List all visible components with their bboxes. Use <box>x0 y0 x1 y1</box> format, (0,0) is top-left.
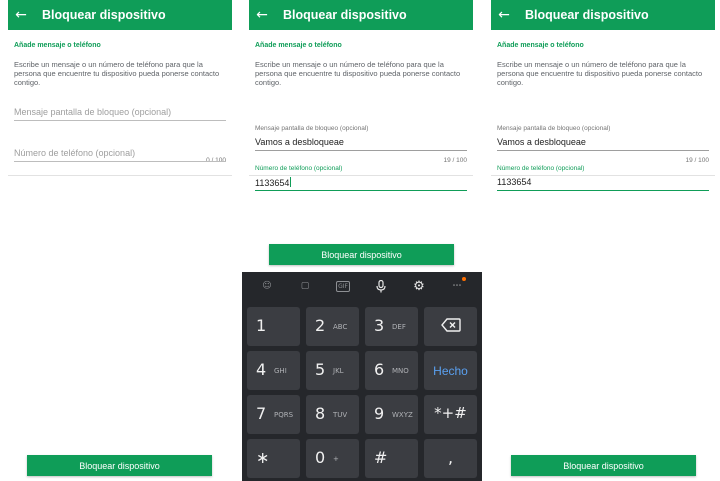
key-digit: 7 <box>256 404 267 423</box>
backspace-icon <box>424 317 477 336</box>
gif-icon[interactable]: GIF <box>336 280 350 292</box>
key-digit: 6 <box>374 360 385 379</box>
emoji-icon[interactable]: ☺ <box>260 279 274 293</box>
message-label: Mensaje pantalla de bloqueo (opcional) <box>497 125 611 132</box>
lock-form-card: Añade mensaje o teléfono Escribe un mens… <box>491 30 715 191</box>
section-title: Añade mensaje o teléfono <box>255 42 342 49</box>
notification-dot <box>462 277 466 281</box>
key-digit: 9 <box>374 404 385 423</box>
key-7[interactable]: 7 PQRS <box>247 395 300 434</box>
key-2[interactable]: 2 ABC <box>306 307 359 346</box>
phone-input[interactable]: 1133654 <box>255 177 467 191</box>
key-digit: 4 <box>256 360 267 379</box>
message-placeholder[interactable]: Mensaje pantalla de bloqueo (opcional) <box>14 107 226 121</box>
lock-device-button[interactable]: Bloquear dispositivo <box>511 455 696 476</box>
key-digit: 0 <box>315 448 326 467</box>
key-letters: GHI <box>274 367 287 375</box>
app-bar: ← Bloquear dispositivo <box>491 0 715 30</box>
key-letters: ABC <box>333 323 348 331</box>
done-label: Hecho <box>433 364 468 378</box>
key-digit: 8 <box>315 404 326 423</box>
key-letters: JKL <box>333 367 344 375</box>
key-letters: MNO <box>392 367 409 375</box>
key-symbols[interactable]: *+# <box>424 395 477 434</box>
key-asterisk[interactable]: ∗ <box>247 439 300 478</box>
phone-field[interactable]: Número de teléfono (opcional) 1133654 <box>255 165 467 191</box>
key-letters: + <box>333 455 339 463</box>
back-arrow-icon[interactable]: ← <box>8 0 34 30</box>
key-digit: 2 <box>315 316 326 335</box>
page-title: Bloquear dispositivo <box>525 8 649 22</box>
key-1[interactable]: 1 <box>247 307 300 346</box>
key-digit: , <box>447 448 454 467</box>
key-hash[interactable]: # <box>365 439 418 478</box>
key-letters: TUV <box>333 411 348 419</box>
phone-field[interactable]: Número de teléfono (opcional) <box>14 148 226 162</box>
key-backspace[interactable] <box>424 307 477 346</box>
back-arrow-icon[interactable]: ← <box>249 0 275 30</box>
numeric-keyboard: ☺ ▢ GIF ⚙ ⋯ 1 2 ABC 3 DEF 4 GHI 5 JKL 6 MNO H… <box>242 272 482 481</box>
section-title: Añade mensaje o teléfono <box>14 42 101 49</box>
key-0[interactable]: 0 + <box>306 439 359 478</box>
key-4[interactable]: 4 GHI <box>247 351 300 390</box>
app-bar: ← Bloquear dispositivo <box>8 0 232 30</box>
phone-label: Número de teléfono (opcional) <box>497 165 585 172</box>
key-9[interactable]: 9 WXYZ <box>365 395 418 434</box>
message-counter: 19 / 100 <box>685 157 710 164</box>
lock-device-button[interactable]: Bloquear dispositivo <box>269 244 454 265</box>
key-digit: ∗ <box>256 448 270 467</box>
settings-icon[interactable]: ⚙ <box>412 279 426 294</box>
message-input[interactable]: Vamos a desbloqueae <box>497 137 709 151</box>
text-caret <box>290 177 292 187</box>
more-glyph: ⋯ <box>452 281 462 291</box>
key-8[interactable]: 8 TUV <box>306 395 359 434</box>
key-letters: DEF <box>392 323 406 331</box>
phone-value: 1133654 <box>497 177 532 187</box>
screen-empty: ← Bloquear dispositivo Añade mensaje o t… <box>8 0 232 481</box>
comparison-stage: ← Bloquear dispositivo Añade mensaje o t… <box>0 0 720 481</box>
page-title: Bloquear dispositivo <box>42 8 166 22</box>
key-digit: # <box>374 448 388 467</box>
screen-filled: ← Bloquear dispositivo Añade mensaje o t… <box>491 0 715 481</box>
phone-label: Número de teléfono (opcional) <box>255 165 343 172</box>
app-bar: ← Bloquear dispositivo <box>249 0 473 30</box>
page-title: Bloquear dispositivo <box>283 8 407 22</box>
more-icon[interactable]: ⋯ <box>450 277 466 293</box>
keyboard-toolbar: ☺ ▢ GIF ⚙ ⋯ <box>242 272 482 300</box>
key-letters: WXYZ <box>392 411 413 419</box>
message-field[interactable]: Mensaje pantalla de bloqueo (opcional) V… <box>497 125 709 151</box>
message-field[interactable]: Mensaje pantalla de bloqueo (opcional) <box>14 107 226 121</box>
description-text: Escribe un mensaje o un número de teléfo… <box>255 60 461 87</box>
phone-input[interactable]: 1133654 <box>497 177 709 191</box>
message-field[interactable]: Mensaje pantalla de bloqueo (opcional) V… <box>255 125 467 151</box>
sticker-icon[interactable]: ▢ <box>298 279 312 293</box>
message-counter: 19 / 100 <box>443 157 468 164</box>
back-arrow-icon[interactable]: ← <box>491 0 517 30</box>
key-3[interactable]: 3 DEF <box>365 307 418 346</box>
lock-form-card: Añade mensaje o teléfono Escribe un mens… <box>8 30 232 176</box>
lock-form-card: Añade mensaje o teléfono Escribe un mens… <box>249 30 473 191</box>
mic-icon[interactable] <box>374 279 388 293</box>
phone-placeholder[interactable]: Número de teléfono (opcional) <box>14 148 226 162</box>
phone-value: 1133654 <box>255 178 290 188</box>
key-digit: 1 <box>256 316 267 335</box>
key-symbols-label: *+# <box>434 404 467 422</box>
key-6[interactable]: 6 MNO <box>365 351 418 390</box>
description-text: Escribe un mensaje o un número de teléfo… <box>14 60 220 87</box>
phone-field[interactable]: Número de teléfono (opcional) 1133654 <box>497 165 709 191</box>
key-done[interactable]: Hecho <box>424 351 477 390</box>
key-digit: 5 <box>315 360 326 379</box>
key-letters: PQRS <box>274 411 294 419</box>
key-digit: 3 <box>374 316 385 335</box>
lock-device-button[interactable]: Bloquear dispositivo <box>27 455 212 476</box>
key-5[interactable]: 5 JKL <box>306 351 359 390</box>
description-text: Escribe un mensaje o un número de teléfo… <box>497 60 703 87</box>
key-comma[interactable]: , <box>424 439 477 478</box>
section-title: Añade mensaje o teléfono <box>497 42 584 49</box>
message-input[interactable]: Vamos a desbloqueae <box>255 137 467 151</box>
message-label: Mensaje pantalla de bloqueo (opcional) <box>255 125 369 132</box>
